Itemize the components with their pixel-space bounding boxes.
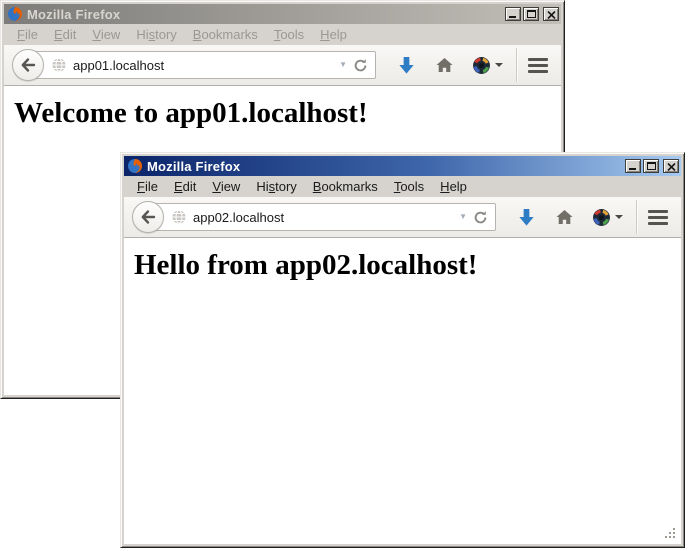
site-identity-globe-icon[interactable] bbox=[51, 57, 67, 73]
menu-history[interactable]: History bbox=[248, 177, 304, 196]
urlbar[interactable]: ▼ bbox=[148, 203, 496, 231]
page-content: Hello from app02.localhost! bbox=[124, 238, 681, 544]
home-icon bbox=[435, 56, 454, 74]
home-button[interactable] bbox=[555, 208, 574, 226]
navigation-toolbar: ▼ bbox=[4, 45, 561, 86]
minimize-button[interactable] bbox=[625, 159, 641, 173]
downloads-button[interactable] bbox=[517, 207, 536, 228]
minimize-button[interactable] bbox=[505, 7, 521, 21]
firefox-window-app02[interactable]: Mozilla Firefox File Edit View History B… bbox=[120, 152, 685, 548]
menu-edit[interactable]: Edit bbox=[46, 25, 84, 44]
addon-colorwheel-button[interactable] bbox=[472, 56, 503, 75]
close-button[interactable] bbox=[543, 7, 559, 21]
download-arrow-icon bbox=[517, 207, 536, 228]
toolbar-separator bbox=[516, 48, 517, 82]
menu-tools[interactable]: Tools bbox=[386, 177, 432, 196]
url-input[interactable] bbox=[193, 210, 453, 225]
home-button[interactable] bbox=[435, 56, 454, 74]
back-arrow-icon bbox=[20, 57, 36, 73]
menubar: File Edit View History Bookmarks Tools H… bbox=[4, 24, 561, 45]
back-button[interactable] bbox=[12, 49, 44, 81]
back-button[interactable] bbox=[132, 201, 164, 233]
home-icon bbox=[555, 208, 574, 226]
maximize-icon bbox=[647, 162, 656, 170]
titlebar[interactable]: Mozilla Firefox bbox=[124, 156, 681, 176]
resize-grip[interactable] bbox=[665, 528, 678, 541]
firefox-icon bbox=[7, 6, 23, 22]
menu-file[interactable]: File bbox=[9, 25, 46, 44]
reload-icon bbox=[473, 210, 488, 225]
colorwheel-icon bbox=[472, 56, 491, 75]
window-title: Mozilla Firefox bbox=[147, 159, 621, 174]
minimize-icon bbox=[629, 168, 636, 170]
page-heading: Welcome to app01.localhost! bbox=[14, 97, 551, 130]
menu-tools[interactable]: Tools bbox=[266, 25, 312, 44]
downloads-button[interactable] bbox=[397, 55, 416, 76]
reload-button[interactable] bbox=[353, 58, 368, 73]
chevron-down-icon bbox=[615, 215, 623, 219]
maximize-button[interactable] bbox=[523, 7, 539, 21]
site-identity-globe-icon[interactable] bbox=[171, 209, 187, 225]
window-controls bbox=[505, 7, 559, 21]
firefox-icon bbox=[127, 158, 143, 174]
menu-edit[interactable]: Edit bbox=[166, 177, 204, 196]
menu-help[interactable]: Help bbox=[432, 177, 475, 196]
menu-bookmarks[interactable]: Bookmarks bbox=[305, 177, 386, 196]
reload-icon bbox=[353, 58, 368, 73]
urlbar-history-dropdown-icon[interactable]: ▼ bbox=[459, 213, 467, 221]
maximize-icon bbox=[527, 10, 536, 18]
urlbar-history-dropdown-icon[interactable]: ▼ bbox=[339, 61, 347, 69]
menu-view[interactable]: View bbox=[84, 25, 128, 44]
window-controls bbox=[625, 159, 679, 173]
menu-history[interactable]: History bbox=[128, 25, 184, 44]
colorwheel-icon bbox=[592, 208, 611, 227]
close-button[interactable] bbox=[663, 159, 679, 173]
menu-file[interactable]: File bbox=[129, 177, 166, 196]
navigation-toolbar: ▼ bbox=[124, 197, 681, 238]
titlebar[interactable]: Mozilla Firefox bbox=[4, 4, 561, 24]
page-heading: Hello from app02.localhost! bbox=[134, 249, 671, 282]
download-arrow-icon bbox=[397, 55, 416, 76]
close-icon bbox=[547, 11, 556, 19]
menu-view[interactable]: View bbox=[204, 177, 248, 196]
menu-help[interactable]: Help bbox=[312, 25, 355, 44]
url-input[interactable] bbox=[73, 58, 333, 73]
reload-button[interactable] bbox=[473, 210, 488, 225]
menu-panel-button[interactable] bbox=[528, 58, 548, 73]
window-title: Mozilla Firefox bbox=[27, 7, 501, 22]
close-icon bbox=[667, 163, 676, 171]
maximize-button[interactable] bbox=[643, 159, 659, 173]
chevron-down-icon bbox=[495, 63, 503, 67]
hamburger-icon bbox=[648, 210, 668, 213]
urlbar[interactable]: ▼ bbox=[28, 51, 376, 79]
menubar: File Edit View History Bookmarks Tools H… bbox=[124, 176, 681, 197]
hamburger-icon bbox=[528, 58, 548, 61]
menu-bookmarks[interactable]: Bookmarks bbox=[185, 25, 266, 44]
menu-panel-button[interactable] bbox=[648, 210, 668, 225]
minimize-icon bbox=[509, 16, 516, 18]
toolbar-separator bbox=[636, 200, 637, 234]
back-arrow-icon bbox=[140, 209, 156, 225]
addon-colorwheel-button[interactable] bbox=[592, 208, 623, 227]
